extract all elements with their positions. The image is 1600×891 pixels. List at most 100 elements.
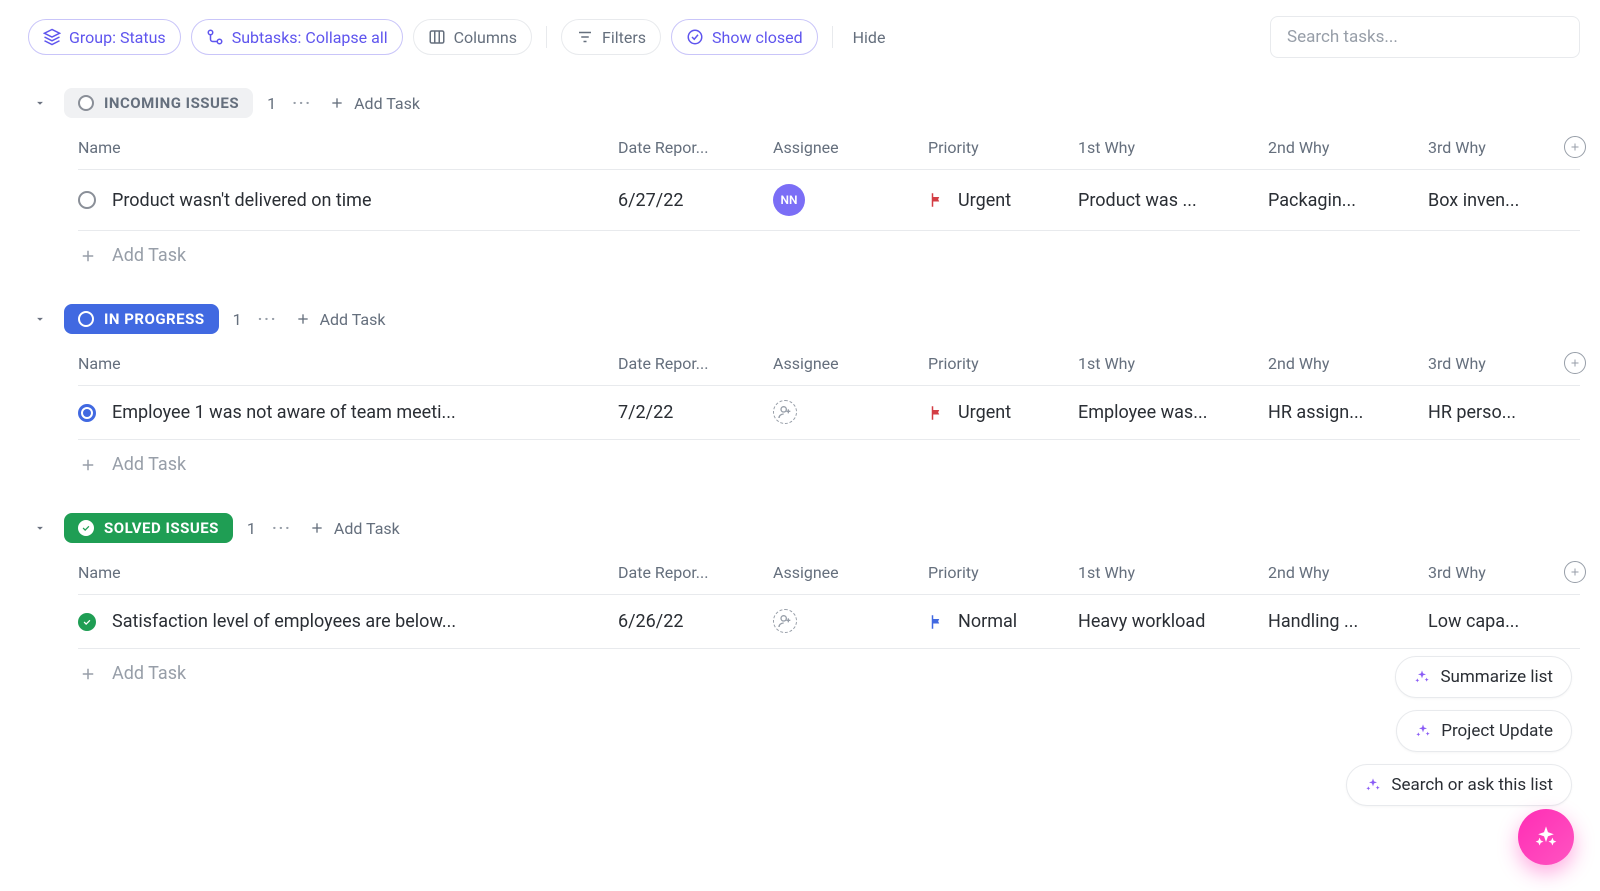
status-chip-label: SOLVED ISSUES <box>104 519 219 537</box>
priority-cell[interactable]: Urgent <box>928 402 1078 423</box>
show-closed-pill[interactable]: Show closed <box>671 19 818 55</box>
subtask-icon <box>206 28 224 46</box>
col-why2[interactable]: 2nd Why <box>1268 563 1428 582</box>
why2-cell[interactable]: Handling ... <box>1268 611 1428 632</box>
add-column-button[interactable] <box>1564 561 1586 583</box>
col-date[interactable]: Date Repor... <box>618 138 773 157</box>
group-table: NameDate Repor...AssigneePriority1st Why… <box>78 128 1580 280</box>
col-priority[interactable]: Priority <box>928 138 1078 157</box>
toolbar: Group: Status Subtasks: Collapse all Col… <box>28 16 1580 58</box>
why3-cell[interactable]: HR perso... <box>1428 402 1548 423</box>
add-task-button[interactable]: Add Task <box>328 94 420 113</box>
layers-icon <box>43 28 61 46</box>
toolbar-separator-2 <box>832 26 833 48</box>
date-cell[interactable]: 6/26/22 <box>618 611 773 632</box>
date-cell[interactable]: 7/2/22 <box>618 402 773 423</box>
date-cell[interactable]: 6/27/22 <box>618 190 773 211</box>
col-date[interactable]: Date Repor... <box>618 354 773 373</box>
why1-cell[interactable]: Product was ... <box>1078 190 1268 211</box>
groups-container: INCOMING ISSUES1···Add TaskNameDate Repo… <box>28 82 1580 698</box>
table-row[interactable]: Satisfaction level of employees are belo… <box>78 595 1580 649</box>
why2-cell[interactable]: Packagin... <box>1268 190 1428 211</box>
add-column-button[interactable] <box>1564 352 1586 374</box>
col-why1[interactable]: 1st Why <box>1078 138 1268 157</box>
table-header: NameDate Repor...AssigneePriority1st Why… <box>78 344 1580 386</box>
filters-pill[interactable]: Filters <box>561 19 661 55</box>
status-chip[interactable]: IN PROGRESS <box>64 304 219 334</box>
search-box[interactable] <box>1270 16 1580 58</box>
col-why1[interactable]: 1st Why <box>1078 563 1268 582</box>
flag-icon <box>928 404 946 422</box>
add-task-label: Add Task <box>112 245 186 266</box>
priority-cell[interactable]: Urgent <box>928 190 1078 211</box>
columns-icon <box>428 28 446 46</box>
col-assignee[interactable]: Assignee <box>773 563 928 582</box>
col-name[interactable]: Name <box>78 563 618 582</box>
why3-cell[interactable]: Low capa... <box>1428 611 1548 632</box>
flag-icon <box>928 613 946 631</box>
ai-chip-search-ask[interactable]: Search or ask this list <box>1346 764 1572 806</box>
group-header: SOLVED ISSUES 1 ··· Add Task <box>28 507 1580 553</box>
table-row[interactable]: Employee 1 was not aware of team meeti..… <box>78 386 1580 440</box>
col-priority[interactable]: Priority <box>928 563 1078 582</box>
name-cell: Product wasn't delivered on time <box>78 190 618 211</box>
task-name[interactable]: Employee 1 was not aware of team meeti..… <box>112 402 456 423</box>
status-icon <box>78 191 96 209</box>
add-task-button[interactable]: Add Task <box>294 310 386 329</box>
col-name[interactable]: Name <box>78 354 618 373</box>
why1-cell[interactable]: Employee was... <box>1078 402 1268 423</box>
flag-icon <box>928 191 946 209</box>
add-task-button[interactable]: Add Task <box>308 519 400 538</box>
add-task-row[interactable]: Add Task <box>78 231 1580 280</box>
chevron-down-icon[interactable] <box>30 518 50 538</box>
filters-pill-label: Filters <box>602 28 646 47</box>
col-assignee[interactable]: Assignee <box>773 138 928 157</box>
why1-cell[interactable]: Heavy workload <box>1078 611 1268 632</box>
priority-cell[interactable]: Normal <box>928 611 1078 632</box>
more-icon[interactable]: ··· <box>290 91 314 115</box>
col-why1[interactable]: 1st Why <box>1078 354 1268 373</box>
more-icon[interactable]: ··· <box>270 516 294 540</box>
more-icon[interactable]: ··· <box>256 307 280 331</box>
avatar[interactable]: NN <box>773 184 805 216</box>
group-header: IN PROGRESS1···Add Task <box>28 298 1580 344</box>
chevron-down-icon[interactable] <box>30 309 50 329</box>
task-name[interactable]: Satisfaction level of employees are belo… <box>112 611 456 632</box>
hide-button[interactable]: Hide <box>847 28 892 47</box>
status-chip[interactable]: INCOMING ISSUES <box>64 88 253 118</box>
col-why2[interactable]: 2nd Why <box>1268 138 1428 157</box>
group-count: 1 <box>247 519 256 538</box>
assignee-add-icon[interactable] <box>773 609 797 633</box>
col-assignee[interactable]: Assignee <box>773 354 928 373</box>
chevron-down-icon[interactable] <box>30 93 50 113</box>
col-why3[interactable]: 3rd Why <box>1428 138 1548 157</box>
ai-chip-search-ask-label: Search or ask this list <box>1391 775 1553 795</box>
columns-pill[interactable]: Columns <box>413 19 532 55</box>
add-task-row[interactable]: Add Task <box>78 440 1580 489</box>
col-why2[interactable]: 2nd Why <box>1268 354 1428 373</box>
col-why3[interactable]: 3rd Why <box>1428 354 1548 373</box>
ai-chip-project-update-label: Project Update <box>1441 721 1553 741</box>
add-task-cell: Add Task <box>78 663 618 684</box>
group-inprogress: IN PROGRESS1···Add TaskNameDate Repor...… <box>28 298 1580 489</box>
status-chip[interactable]: SOLVED ISSUES <box>64 513 233 543</box>
ai-fab[interactable] <box>1518 809 1574 865</box>
name-cell: Employee 1 was not aware of team meeti..… <box>78 402 618 423</box>
col-why3[interactable]: 3rd Why <box>1428 563 1548 582</box>
assignee-add-icon[interactable] <box>773 400 797 424</box>
table-row[interactable]: Product wasn't delivered on time 6/27/22N… <box>78 170 1580 231</box>
ai-chip-summarize[interactable]: Summarize list <box>1395 656 1572 698</box>
add-column-button[interactable] <box>1564 136 1586 158</box>
task-name[interactable]: Product wasn't delivered on time <box>112 190 372 211</box>
search-input[interactable] <box>1285 26 1565 48</box>
subtasks-pill[interactable]: Subtasks: Collapse all <box>191 19 403 55</box>
col-name[interactable]: Name <box>78 138 618 157</box>
why2-cell[interactable]: HR assign... <box>1268 402 1428 423</box>
ai-chip-project-update[interactable]: Project Update <box>1396 710 1572 752</box>
col-priority[interactable]: Priority <box>928 354 1078 373</box>
priority-label: Urgent <box>958 402 1011 423</box>
why3-cell[interactable]: Box inven... <box>1428 190 1548 211</box>
plus-icon <box>78 455 98 475</box>
group-pill[interactable]: Group: Status <box>28 19 181 55</box>
col-date[interactable]: Date Repor... <box>618 563 773 582</box>
